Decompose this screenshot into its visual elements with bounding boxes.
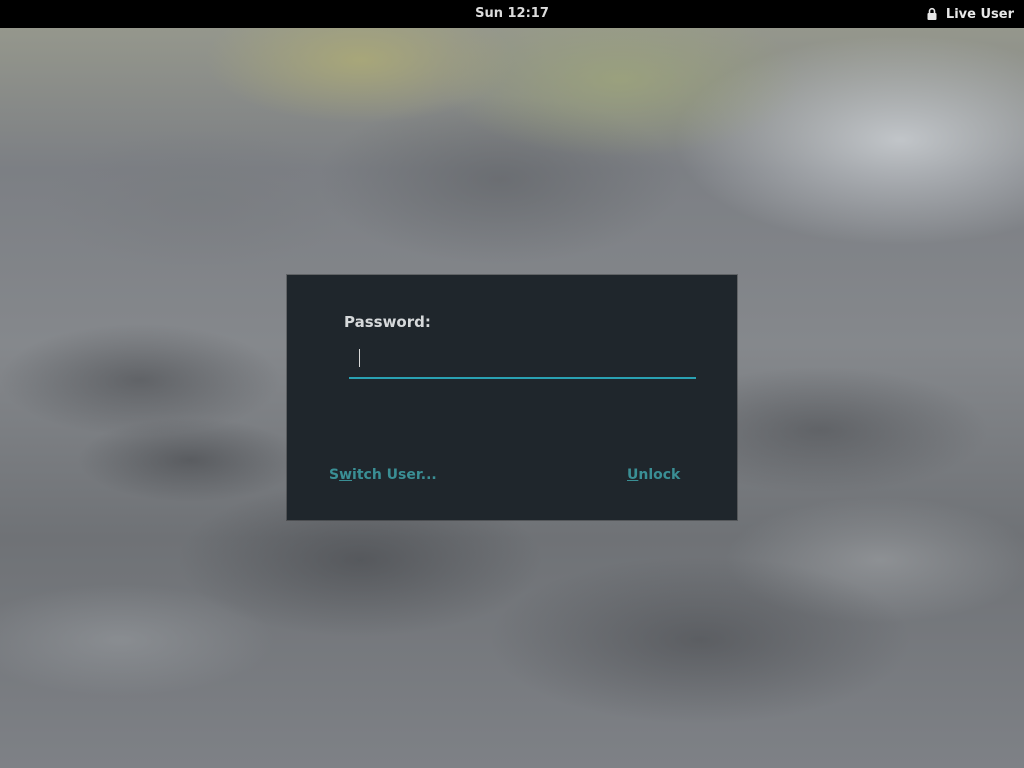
switch-user-mnemonic: w [339,467,353,483]
user-menu[interactable]: Live User [925,0,1014,28]
user-name: Live User [945,6,1014,22]
unlock-dialog: Password: Switch User... Unlock [287,275,737,520]
text-cursor [359,349,360,367]
lock-screen: Sun 12:17 Live User Password: Switch Use… [0,0,1024,768]
clock[interactable]: Sun 12:17 [0,0,1024,28]
switch-user-button[interactable]: Switch User... [329,467,437,483]
password-input[interactable] [349,343,696,379]
switch-user-label-prefix: S [329,467,340,483]
unlock-mnemonic: U [627,467,639,483]
unlock-label-rest: nlock [638,467,681,483]
unlock-button[interactable]: Unlock [627,467,680,483]
top-bar: Sun 12:17 Live User [0,0,1024,28]
switch-user-label-rest: itch User... [352,467,437,483]
lock-icon [925,7,939,21]
password-label: Password: [344,313,431,331]
